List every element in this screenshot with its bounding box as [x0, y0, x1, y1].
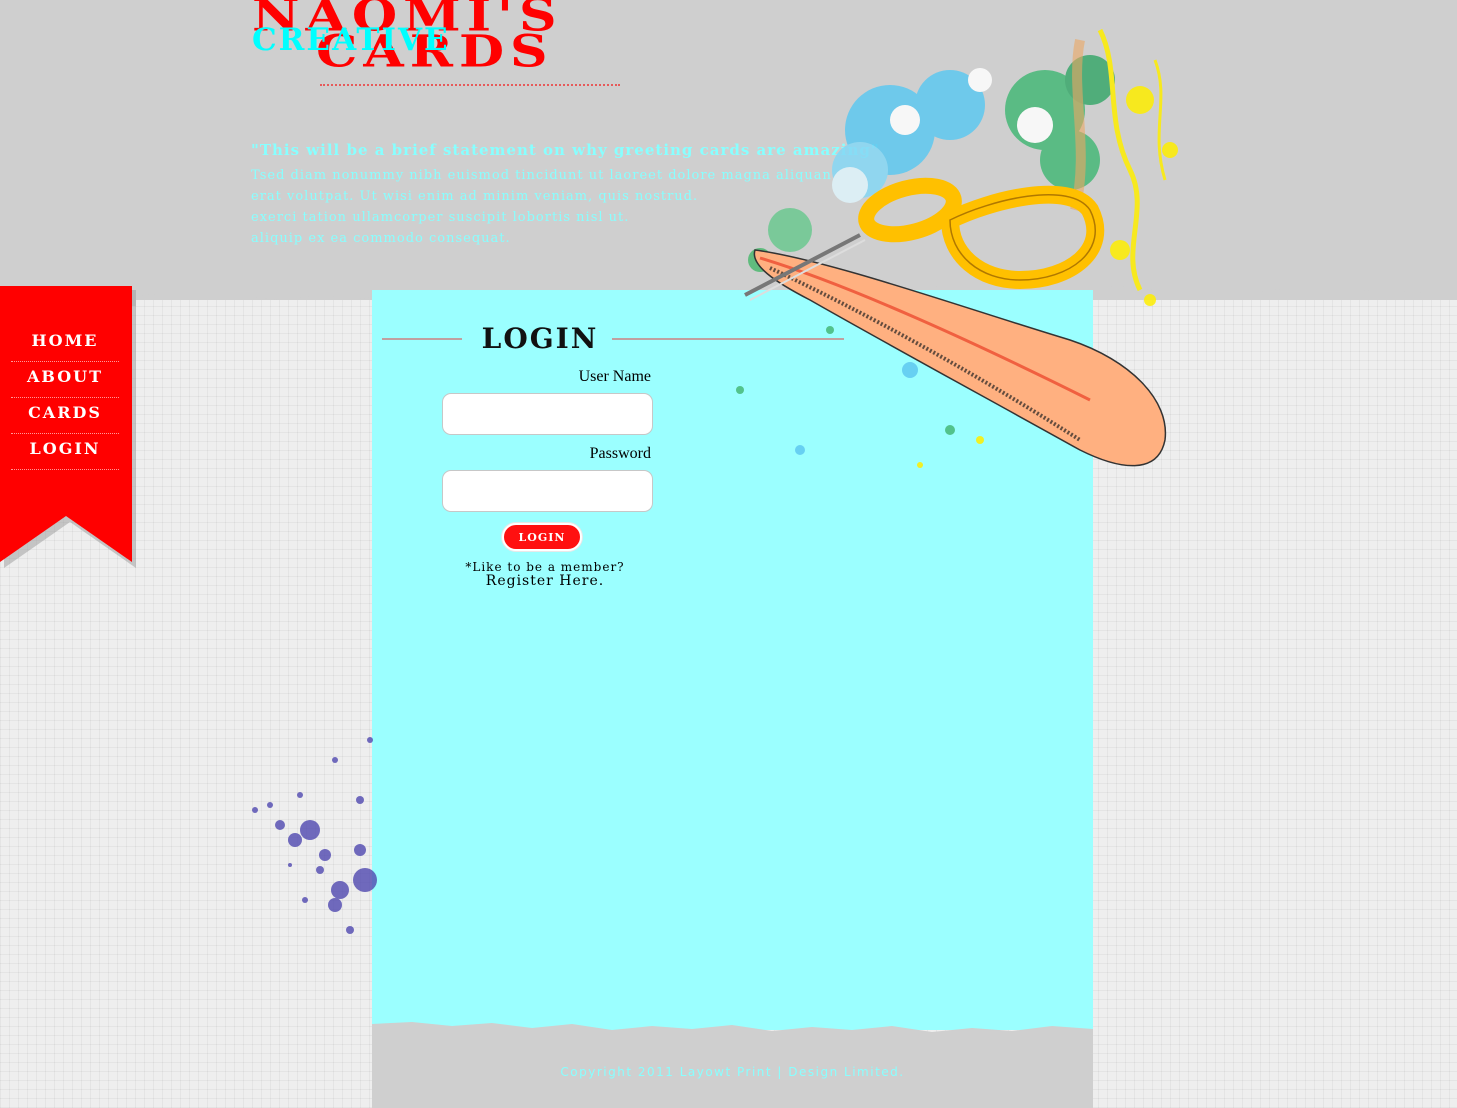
- main-nav: HOME ABOUT CARDS LOGIN: [11, 326, 119, 470]
- site-logo[interactable]: NAOMI'S CARDS CREATIVE: [250, 0, 630, 94]
- nav-item-about[interactable]: ABOUT: [11, 362, 119, 398]
- password-input[interactable]: [442, 470, 653, 512]
- logo-dotted-underline: [320, 84, 620, 86]
- logo-creative-text: CREATIVE: [252, 22, 450, 58]
- password-label: Password: [589, 445, 651, 462]
- login-submit-button[interactable]: LOGIN: [502, 523, 582, 551]
- nav-item-cards[interactable]: CARDS: [11, 398, 119, 434]
- heading-rule-right: [612, 338, 844, 340]
- member-note: *Like to be a member?: [465, 560, 625, 574]
- username-label: User Name: [578, 368, 651, 385]
- login-heading: LOGIN: [481, 322, 599, 355]
- heading-rule-left: [382, 338, 462, 340]
- page-footer: [372, 1018, 1093, 1108]
- register-link[interactable]: Register Here.: [445, 573, 645, 589]
- footer-copyright: Copyright 2011 Layowt Print | Design Lim…: [560, 1065, 905, 1079]
- nav-item-home[interactable]: HOME: [11, 326, 119, 362]
- username-input[interactable]: [442, 393, 653, 435]
- nav-item-login[interactable]: LOGIN: [11, 434, 119, 470]
- login-heading-block: LOGIN: [382, 322, 844, 356]
- purple-splatter-decoration: [252, 737, 377, 934]
- scissors-icon: [736, 28, 1178, 468]
- footer-torn-edge: [372, 1022, 1093, 1108]
